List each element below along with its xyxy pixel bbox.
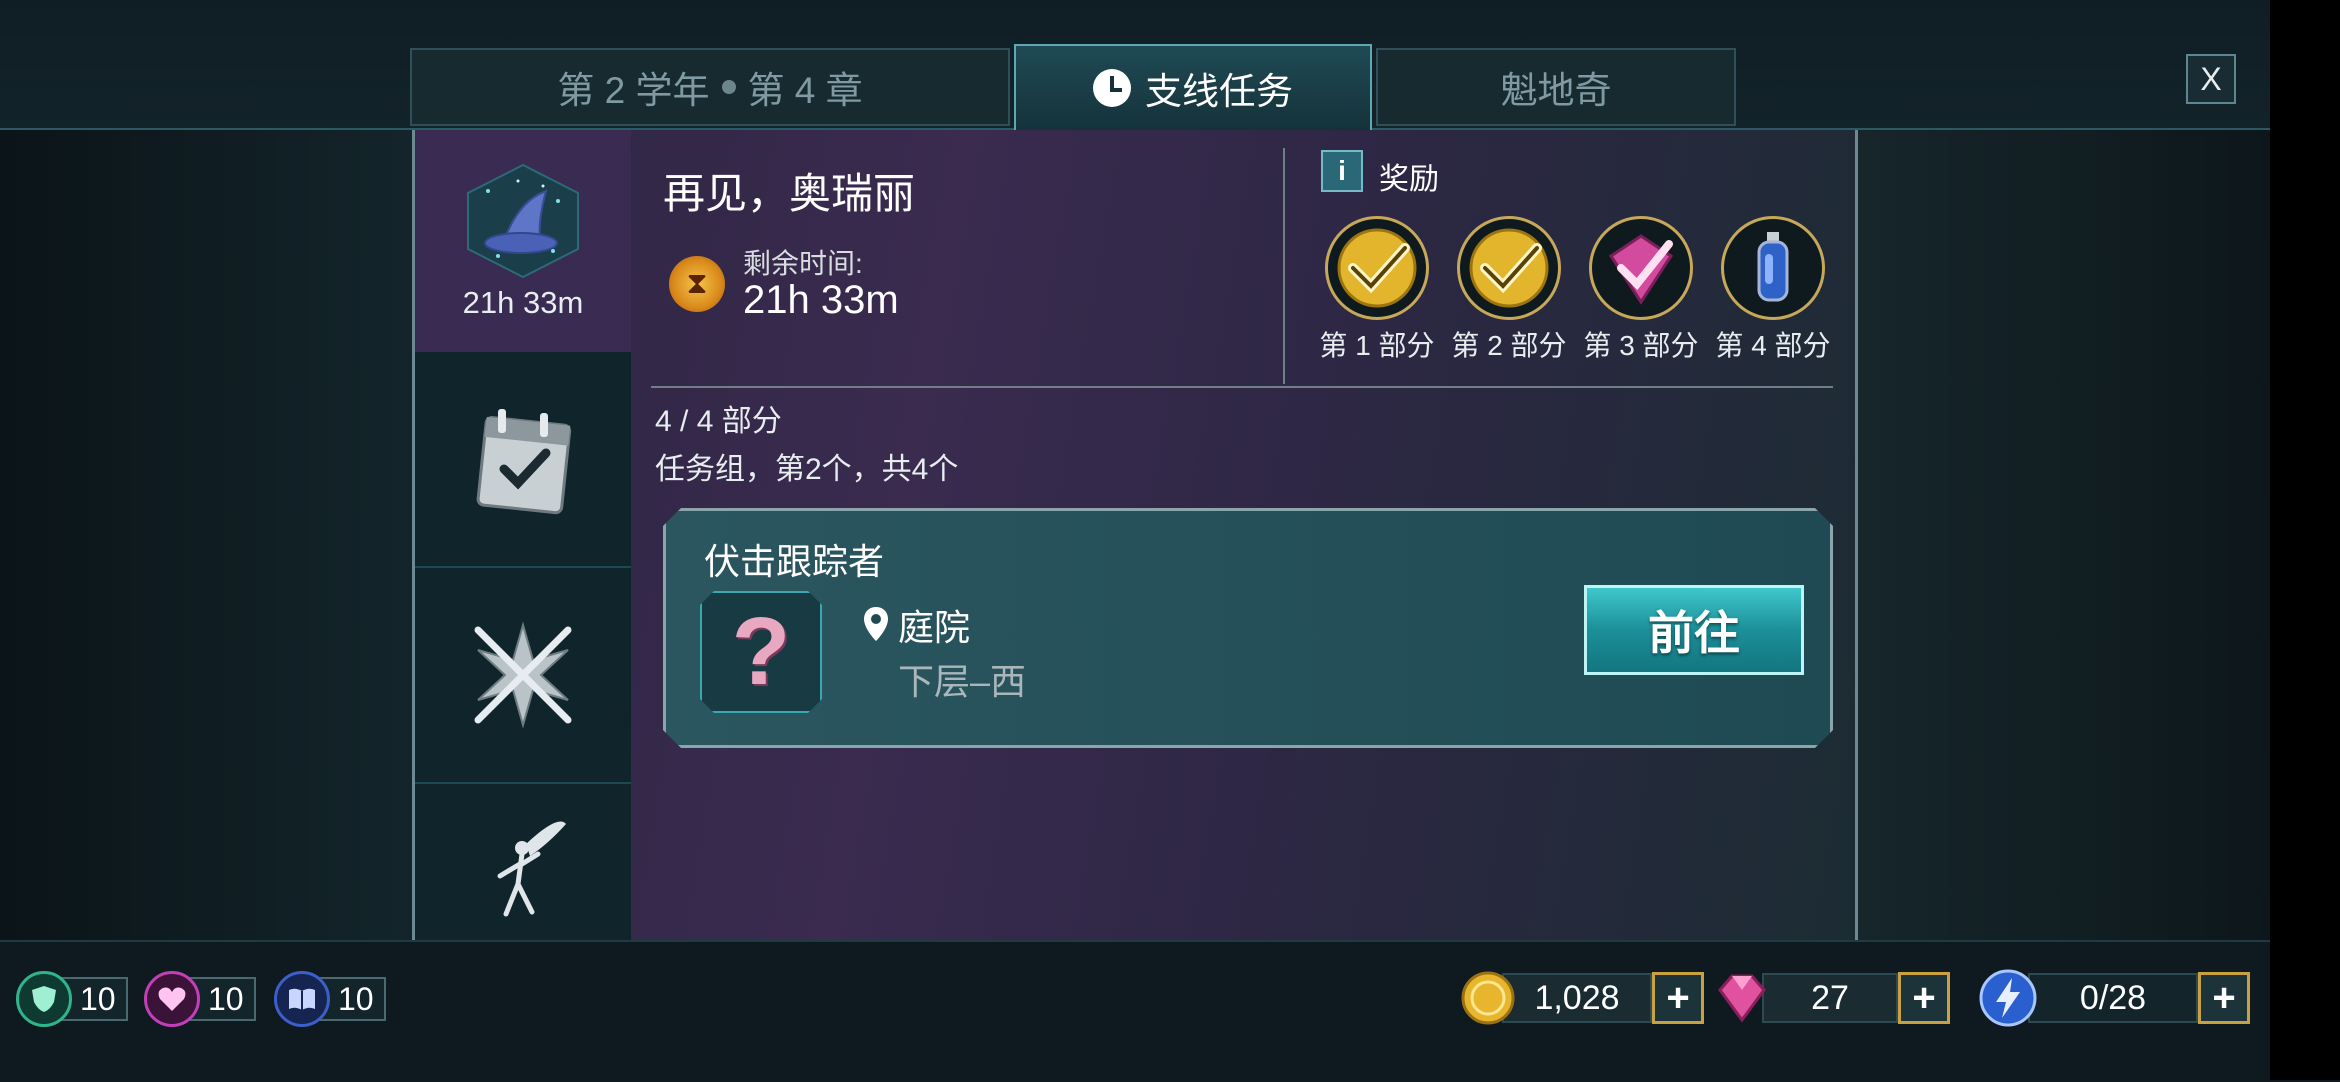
remaining-time-value: 21h 33m bbox=[743, 278, 899, 322]
sidebar-item-daily[interactable] bbox=[415, 352, 631, 568]
quest-progress: 4 / 4 部分 bbox=[655, 405, 782, 438]
energy-counter: 0/28 + bbox=[1978, 968, 2250, 1028]
tab-year-label: 第 2 学年 bbox=[557, 70, 710, 111]
tab-quidditch-label: 魁地奇 bbox=[1500, 70, 1612, 111]
separator-dot bbox=[721, 80, 736, 94]
quest-sidebar: 21h 33m bbox=[415, 130, 631, 940]
task-card: 伏击跟踪者 ? 庭院 下层–西 前往 bbox=[663, 508, 1833, 748]
location-pin-icon bbox=[864, 607, 888, 641]
reward-part-1-label: 第 1 部分 bbox=[1319, 330, 1435, 361]
gem-icon bbox=[1718, 974, 1766, 1023]
sidebar-item-duel[interactable] bbox=[415, 568, 631, 784]
clock-icon bbox=[1093, 69, 1131, 107]
sidebar-item-creatures[interactable] bbox=[415, 784, 631, 940]
stat-book[interactable]: 10 bbox=[274, 971, 386, 1027]
rewards-title: 奖励 bbox=[1379, 163, 1439, 196]
gold-value: 1,028 bbox=[1502, 973, 1652, 1023]
stat-shield[interactable]: 10 bbox=[16, 971, 128, 1027]
tab-side-quests-label: 支线任务 bbox=[1145, 71, 1293, 112]
screen-edge bbox=[2270, 0, 2340, 1080]
gold-counter: 1,028 + bbox=[1460, 968, 1704, 1028]
go-button[interactable]: 前往 bbox=[1584, 585, 1804, 675]
task-name: 伏击跟踪者 bbox=[704, 541, 885, 582]
lightning-icon bbox=[1979, 969, 2037, 1027]
heart-icon bbox=[144, 971, 200, 1027]
remaining-time-label: 剩余时间: bbox=[743, 248, 863, 279]
unknown-task-icon: ? bbox=[700, 591, 822, 713]
stat-heart[interactable]: 10 bbox=[144, 971, 256, 1027]
divider-vertical bbox=[1283, 148, 1285, 384]
divider-horizontal bbox=[651, 386, 1833, 388]
reward-part-4[interactable]: 第 4 部分 bbox=[1713, 216, 1833, 364]
info-icon[interactable]: i bbox=[1321, 150, 1363, 192]
gold-coin-icon bbox=[1461, 971, 1515, 1025]
gold-check-icon bbox=[1457, 216, 1561, 320]
reward-part-1[interactable]: 第 1 部分 bbox=[1317, 216, 1437, 364]
background-left bbox=[0, 130, 414, 940]
book-icon bbox=[274, 971, 330, 1027]
calendar-check-icon bbox=[476, 409, 572, 515]
tab-year-chapter[interactable]: 第 2 学年 第 4 章 bbox=[410, 48, 1010, 126]
hourglass-icon: ⧗ bbox=[669, 256, 725, 312]
sidebar-quest-time: 21h 33m bbox=[462, 285, 584, 320]
close-button[interactable]: X bbox=[2186, 54, 2236, 104]
quest-title: 再见，奥瑞丽 bbox=[663, 170, 916, 217]
gem-counter: 27 + bbox=[1712, 968, 1950, 1028]
reward-part-3-label: 第 3 部分 bbox=[1583, 330, 1699, 361]
tab-chapter-label: 第 4 章 bbox=[747, 70, 863, 111]
energy-value: 0/28 bbox=[2028, 973, 2198, 1023]
task-sublocation: 下层–西 bbox=[898, 661, 1027, 702]
hat-icon bbox=[467, 163, 579, 279]
gem-value: 27 bbox=[1762, 973, 1898, 1023]
pink-check-icon bbox=[1589, 216, 1693, 320]
reward-part-4-label: 第 4 部分 bbox=[1715, 330, 1831, 361]
add-energy-button[interactable]: + bbox=[2198, 972, 2250, 1024]
quest-panel: 21h 33m 再见，奥瑞丽 ⧗ 剩余时间: 21h 33m i 奖励 第 1 … bbox=[412, 130, 1858, 940]
reward-part-3[interactable]: 第 3 部分 bbox=[1581, 216, 1701, 364]
blue-potion-icon bbox=[1721, 216, 1825, 320]
shield-icon bbox=[16, 971, 72, 1027]
gold-check-icon bbox=[1325, 216, 1429, 320]
tab-quidditch[interactable]: 魁地奇 bbox=[1376, 48, 1736, 126]
sidebar-item-current-quest[interactable]: 21h 33m bbox=[415, 130, 631, 352]
background-right bbox=[1856, 130, 2270, 940]
add-gold-button[interactable]: + bbox=[1652, 972, 1704, 1024]
reward-part-2-label: 第 2 部分 bbox=[1451, 330, 1567, 361]
quest-group: 任务组，第2个，共4个 bbox=[655, 453, 959, 486]
fairy-icon bbox=[497, 821, 566, 917]
crossed-wands-icon bbox=[474, 621, 572, 729]
task-location: 庭院 bbox=[898, 607, 971, 648]
add-gems-button[interactable]: + bbox=[1898, 972, 1950, 1024]
reward-part-2[interactable]: 第 2 部分 bbox=[1449, 216, 1569, 364]
tab-side-quests[interactable]: 支线任务 bbox=[1014, 44, 1372, 132]
